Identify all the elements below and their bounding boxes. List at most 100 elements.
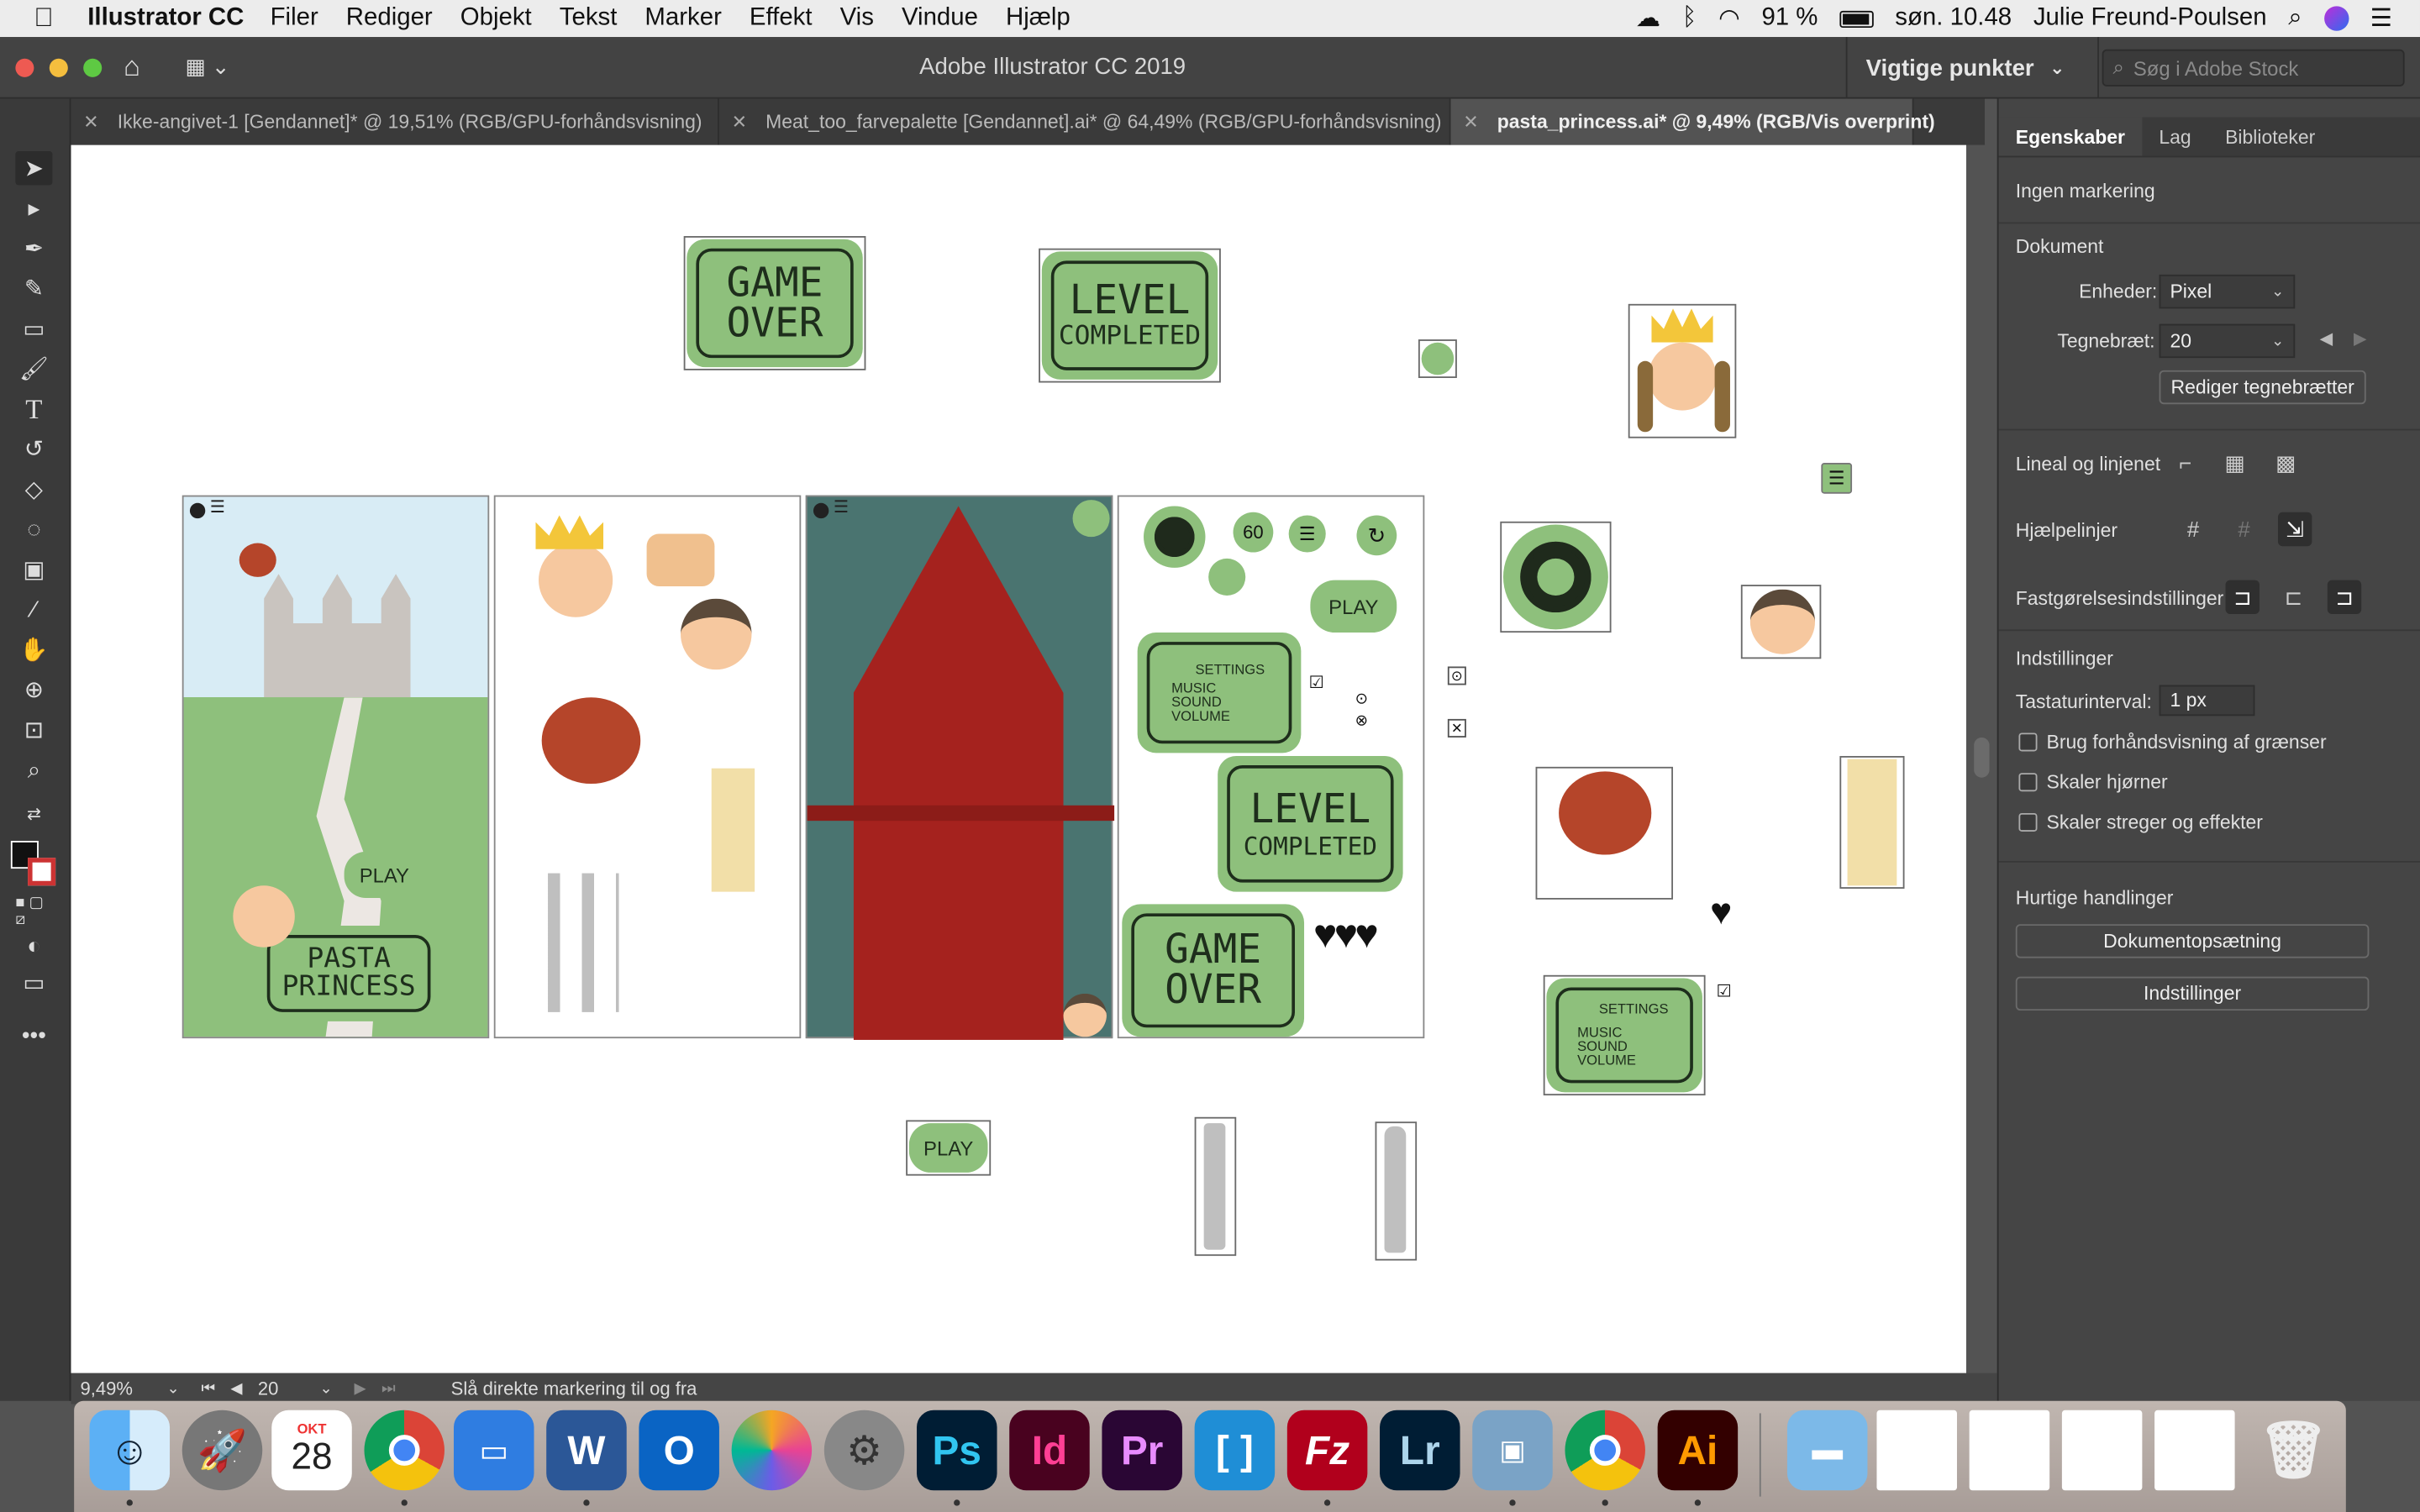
color-mode-icons[interactable]: ■ ▢ ⧄ <box>15 895 52 928</box>
gear-box-icon[interactable]: ⊙ <box>1447 666 1466 685</box>
spotlight-icon[interactable]: ⌕ <box>2288 5 2302 33</box>
ruler-icon[interactable]: ⌐ <box>2169 446 2202 480</box>
document-thumbnail-3[interactable] <box>2061 1410 2143 1491</box>
scroll-thumb[interactable] <box>1974 737 1990 778</box>
chevron-down-icon[interactable]: ⌄ <box>319 1380 332 1397</box>
zoom-tool-icon[interactable]: ⌕ <box>15 753 52 786</box>
units-dropdown[interactable]: Pixel ⌄ <box>2159 274 2296 309</box>
close-tab-icon[interactable]: ✕ <box>1463 111 1478 133</box>
chevron-down-icon[interactable]: ⌄ <box>166 1380 179 1397</box>
rectangle-tool-icon[interactable]: ▭ <box>15 312 52 345</box>
puppet-warp-tool-icon[interactable]: ✋ <box>15 633 52 666</box>
type-tool-icon[interactable]: T <box>15 392 52 426</box>
calendar-icon[interactable]: OKT 28 <box>271 1410 352 1491</box>
eraser-tool-icon[interactable]: ◇ <box>15 472 52 506</box>
trash-icon[interactable]: 🗑 <box>2254 1410 2334 1491</box>
clock[interactable]: søn. 10.48 <box>1895 5 2012 33</box>
checkbox-scale-corners[interactable] <box>2018 773 2038 792</box>
close-tab-icon[interactable]: ✕ <box>83 111 98 133</box>
keyboard-increment-input[interactable]: 1 px <box>2159 685 2255 717</box>
edit-artboards-button[interactable]: Rediger tegnebrætter <box>2159 370 2366 405</box>
canvas[interactable]: GAME OVER LEVEL COMPLETED ☰ PLAY PASTA PRIN… <box>71 144 1966 1373</box>
paintbrush-tool-icon[interactable]: 🖌 <box>15 352 52 386</box>
screen-mode-icon[interactable]: ▭ <box>15 966 52 1000</box>
settings-panel-art[interactable]: SETTINGS MUSIC SOUND VOLUME <box>1546 978 1702 1093</box>
small-green-circle[interactable] <box>1421 342 1455 375</box>
list-mini-icon[interactable]: ☰ <box>834 496 849 517</box>
checkbox-checked-icon[interactable]: ☑ <box>1309 673 1324 693</box>
pasta-princess-logo-art[interactable]: PASTA PRINCESS <box>257 926 440 1021</box>
tab-document-1[interactable]: ✕ Ikke-angivet-1 [Gendannet]* @ 19,51% (… <box>71 98 719 145</box>
tab-egenskaber[interactable]: Egenskaber <box>1998 117 2143 156</box>
bluetooth-icon[interactable]: ᛒ <box>1682 5 1697 33</box>
document-thumbnail-4[interactable] <box>2154 1410 2235 1491</box>
artboard-tool-icon[interactable]: ⊡ <box>15 713 52 747</box>
folder-icon[interactable]: ▬ <box>1786 1410 1868 1491</box>
next-artboard-icon[interactable]: ▶ <box>2354 328 2367 349</box>
creative-cloud-icon[interactable]: ☁ <box>1636 3 1660 34</box>
document-setup-button[interactable]: Dokumentopsætning <box>2015 924 2370 958</box>
swap-colors-icon[interactable]: ⇄ <box>15 796 52 830</box>
draw-mode-icon[interactable]: ◐ <box>15 929 52 963</box>
document-thumbnail-1[interactable] <box>1876 1410 1957 1491</box>
curvature-tool-icon[interactable]: ✎ <box>15 271 52 305</box>
keynote-icon[interactable]: ▭ <box>453 1410 534 1491</box>
battery-percent[interactable]: 91 % <box>1761 5 1818 33</box>
photos-icon[interactable] <box>731 1410 813 1491</box>
heart-single[interactable]: ♥ <box>1710 892 1732 935</box>
tab-document-2[interactable]: ✕ Meat_too_farvepalette [Gendannet].ai* … <box>719 98 1451 145</box>
checkbox-scale-strokes[interactable] <box>2018 812 2038 832</box>
photoshop-icon[interactable]: Ps <box>917 1410 997 1491</box>
selection-tool-icon[interactable]: ➤ <box>15 150 53 186</box>
checkbox-checked-icon[interactable]: ☑ <box>1716 981 1731 1001</box>
workspace-switcher[interactable]: Vigtige punkter ⌄ <box>1845 37 2099 99</box>
finder-icon[interactable]: ☺ <box>89 1410 171 1491</box>
lock-guides-icon[interactable]: # <box>2227 512 2260 546</box>
menu-tekst[interactable]: Tekst <box>560 5 618 33</box>
checkbox-preview-bounds[interactable] <box>2018 732 2038 752</box>
rotate-tool-icon[interactable]: ↺ <box>15 432 52 465</box>
close-box-icon[interactable]: ✕ <box>1447 718 1466 738</box>
artboard-characters[interactable] <box>493 495 802 1039</box>
grid-icon[interactable]: ▦ <box>2217 446 2251 480</box>
artboard-door-screen[interactable]: ☰ <box>805 495 1115 1040</box>
spaghetti-character-right[interactable] <box>1847 759 1897 886</box>
siri-icon[interactable] <box>2323 6 2349 31</box>
tab-lag[interactable]: Lag <box>2142 118 2208 156</box>
gear-mini-icon[interactable]: ⊙ <box>1355 691 1368 708</box>
snap-to-glyph-icon[interactable]: ⊐ <box>2327 580 2362 615</box>
meatball-character[interactable] <box>1559 771 1652 855</box>
brackets-icon[interactable]: [ ] <box>1194 1410 1276 1491</box>
illustrator-icon[interactable]: Ai <box>1657 1410 1739 1491</box>
filezilla-icon[interactable]: Fz <box>1286 1410 1368 1491</box>
apple-icon[interactable]:  <box>34 3 53 34</box>
menu-rediger[interactable]: Rediger <box>346 5 433 33</box>
direct-selection-tool-icon[interactable]: ▸ <box>15 192 52 225</box>
zoom-level[interactable]: 9,49% <box>81 1378 167 1399</box>
menu-vindue[interactable]: Vindue <box>902 5 978 33</box>
play-button-standalone[interactable]: PLAY <box>908 1123 988 1173</box>
more-tools-icon[interactable]: ••• <box>15 1018 52 1052</box>
notification-center-icon[interactable]: ☰ <box>2370 3 2392 34</box>
chrome-icon[interactable] <box>364 1410 445 1491</box>
play-button-art[interactable]: PLAY <box>344 851 425 898</box>
level-completed-button-art[interactable]: LEVEL COMPLETED <box>1041 251 1218 380</box>
guides-icon[interactable]: # <box>2176 512 2210 546</box>
snap-to-pixel-icon[interactable]: ⊏ <box>2276 580 2310 614</box>
list-mini-icon[interactable]: ☰ <box>210 496 225 517</box>
snap-to-point-icon[interactable]: ⊐ <box>2225 580 2260 615</box>
menu-objekt[interactable]: Objekt <box>460 5 532 33</box>
settings-mini-icon[interactable] <box>189 502 206 519</box>
settings-gear-art[interactable] <box>1502 524 1608 630</box>
menu-effekt[interactable]: Effekt <box>750 5 813 33</box>
indesign-icon[interactable]: Id <box>1009 1410 1090 1491</box>
outlook-icon[interactable]: O <box>639 1410 719 1491</box>
close-mini-icon[interactable]: ⊗ <box>1355 713 1368 730</box>
menu-filer[interactable]: Filer <box>271 5 318 33</box>
next-artboard-icon[interactable]: ▶ <box>355 1380 366 1397</box>
wifi-icon[interactable]: ◠ <box>1718 3 1740 34</box>
artboard-ui-elements[interactable]: 60 ☰ ↻ PLAY SETTINGS MUSIC SOUND VOLUME … <box>1117 495 1425 1039</box>
first-artboard-icon[interactable]: ⏮ <box>201 1380 215 1397</box>
word-icon[interactable]: W <box>546 1410 627 1491</box>
document-thumbnail-2[interactable] <box>1969 1410 2050 1491</box>
